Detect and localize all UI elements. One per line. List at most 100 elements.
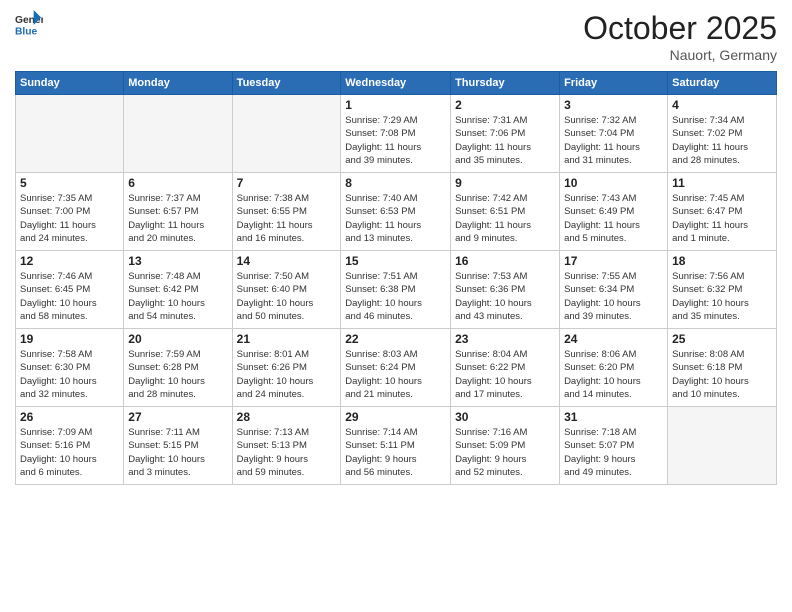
day-info: Sunrise: 7:55 AM Sunset: 6:34 PM Dayligh… bbox=[564, 270, 663, 323]
svg-text:Blue: Blue bbox=[15, 26, 38, 37]
day-info: Sunrise: 7:34 AM Sunset: 7:02 PM Dayligh… bbox=[672, 114, 772, 167]
day-info: Sunrise: 7:50 AM Sunset: 6:40 PM Dayligh… bbox=[237, 270, 337, 323]
weekday-header: Friday bbox=[560, 72, 668, 95]
weekday-header: Tuesday bbox=[232, 72, 341, 95]
calendar-cell: 5 Sunrise: 7:35 AM Sunset: 7:00 PM Daylig… bbox=[16, 173, 124, 251]
day-info: Sunrise: 7:45 AM Sunset: 6:47 PM Dayligh… bbox=[672, 192, 772, 245]
calendar-cell: 15 Sunrise: 7:51 AM Sunset: 6:38 PM Dayli… bbox=[341, 251, 451, 329]
calendar-cell: 7 Sunrise: 7:38 AM Sunset: 6:55 PM Daylig… bbox=[232, 173, 341, 251]
weekday-header-row: SundayMondayTuesdayWednesdayThursdayFrid… bbox=[16, 72, 777, 95]
calendar-cell: 18 Sunrise: 7:56 AM Sunset: 6:32 PM Dayli… bbox=[668, 251, 777, 329]
day-number: 7 bbox=[237, 176, 337, 190]
calendar-cell bbox=[232, 95, 341, 173]
day-number: 24 bbox=[564, 332, 663, 346]
day-number: 27 bbox=[128, 410, 227, 424]
calendar-cell: 3Sunrise: 7:32 AM Sunset: 7:04 PM Daylig… bbox=[560, 95, 668, 173]
weekday-header: Saturday bbox=[668, 72, 777, 95]
day-info: Sunrise: 7:09 AM Sunset: 5:16 PM Dayligh… bbox=[20, 426, 119, 479]
calendar-week-row: 19Sunrise: 7:58 AM Sunset: 6:30 PM Dayli… bbox=[16, 329, 777, 407]
day-info: Sunrise: 8:04 AM Sunset: 6:22 PM Dayligh… bbox=[455, 348, 555, 401]
weekday-header: Wednesday bbox=[341, 72, 451, 95]
day-info: Sunrise: 7:46 AM Sunset: 6:45 PM Dayligh… bbox=[20, 270, 119, 323]
day-number: 30 bbox=[455, 410, 555, 424]
calendar-cell: 29Sunrise: 7:14 AM Sunset: 5:11 PM Dayli… bbox=[341, 407, 451, 485]
calendar-cell: 27Sunrise: 7:11 AM Sunset: 5:15 PM Dayli… bbox=[124, 407, 232, 485]
calendar-week-row: 5 Sunrise: 7:35 AM Sunset: 7:00 PM Daylig… bbox=[16, 173, 777, 251]
day-info: Sunrise: 7:29 AM Sunset: 7:08 PM Dayligh… bbox=[345, 114, 446, 167]
calendar-cell bbox=[16, 95, 124, 173]
day-info: Sunrise: 7:38 AM Sunset: 6:55 PM Dayligh… bbox=[237, 192, 337, 245]
logo: General Blue bbox=[15, 10, 43, 38]
day-number: 23 bbox=[455, 332, 555, 346]
day-number: 25 bbox=[672, 332, 772, 346]
calendar-cell: 4 Sunrise: 7:34 AM Sunset: 7:02 PM Daylig… bbox=[668, 95, 777, 173]
calendar-cell: 19Sunrise: 7:58 AM Sunset: 6:30 PM Dayli… bbox=[16, 329, 124, 407]
location: Nauort, Germany bbox=[583, 47, 777, 63]
calendar-cell: 22Sunrise: 8:03 AM Sunset: 6:24 PM Dayli… bbox=[341, 329, 451, 407]
day-info: Sunrise: 7:37 AM Sunset: 6:57 PM Dayligh… bbox=[128, 192, 227, 245]
day-info: Sunrise: 8:01 AM Sunset: 6:26 PM Dayligh… bbox=[237, 348, 337, 401]
weekday-header: Thursday bbox=[451, 72, 560, 95]
calendar-week-row: 1 Sunrise: 7:29 AM Sunset: 7:08 PM Daylig… bbox=[16, 95, 777, 173]
calendar-cell: 9 Sunrise: 7:42 AM Sunset: 6:51 PM Daylig… bbox=[451, 173, 560, 251]
day-number: 2 bbox=[455, 98, 555, 112]
day-number: 19 bbox=[20, 332, 119, 346]
day-number: 9 bbox=[455, 176, 555, 190]
weekday-header: Sunday bbox=[16, 72, 124, 95]
day-info: Sunrise: 7:53 AM Sunset: 6:36 PM Dayligh… bbox=[455, 270, 555, 323]
day-number: 22 bbox=[345, 332, 446, 346]
weekday-header: Monday bbox=[124, 72, 232, 95]
calendar-cell: 21 Sunrise: 8:01 AM Sunset: 6:26 PM Dayli… bbox=[232, 329, 341, 407]
day-number: 13 bbox=[128, 254, 227, 268]
month-title: October 2025 bbox=[583, 10, 777, 47]
day-number: 14 bbox=[237, 254, 337, 268]
calendar-cell: 17 Sunrise: 7:55 AM Sunset: 6:34 PM Dayli… bbox=[560, 251, 668, 329]
logo-icon: General Blue bbox=[15, 10, 43, 38]
day-number: 18 bbox=[672, 254, 772, 268]
day-info: Sunrise: 7:40 AM Sunset: 6:53 PM Dayligh… bbox=[345, 192, 446, 245]
calendar-cell: 31 Sunrise: 7:18 AM Sunset: 5:07 PM Dayli… bbox=[560, 407, 668, 485]
calendar-cell: 28 Sunrise: 7:13 AM Sunset: 5:13 PM Dayli… bbox=[232, 407, 341, 485]
day-number: 15 bbox=[345, 254, 446, 268]
calendar-cell: 23 Sunrise: 8:04 AM Sunset: 6:22 PM Dayli… bbox=[451, 329, 560, 407]
day-info: Sunrise: 7:31 AM Sunset: 7:06 PM Dayligh… bbox=[455, 114, 555, 167]
calendar-cell: 26Sunrise: 7:09 AM Sunset: 5:16 PM Dayli… bbox=[16, 407, 124, 485]
day-info: Sunrise: 7:18 AM Sunset: 5:07 PM Dayligh… bbox=[564, 426, 663, 479]
day-info: Sunrise: 8:08 AM Sunset: 6:18 PM Dayligh… bbox=[672, 348, 772, 401]
calendar-cell: 20Sunrise: 7:59 AM Sunset: 6:28 PM Dayli… bbox=[124, 329, 232, 407]
day-number: 1 bbox=[345, 98, 446, 112]
calendar-cell: 24Sunrise: 8:06 AM Sunset: 6:20 PM Dayli… bbox=[560, 329, 668, 407]
day-info: Sunrise: 7:51 AM Sunset: 6:38 PM Dayligh… bbox=[345, 270, 446, 323]
day-info: Sunrise: 7:13 AM Sunset: 5:13 PM Dayligh… bbox=[237, 426, 337, 479]
day-number: 5 bbox=[20, 176, 119, 190]
title-block: October 2025 Nauort, Germany bbox=[583, 10, 777, 63]
day-number: 6 bbox=[128, 176, 227, 190]
day-number: 28 bbox=[237, 410, 337, 424]
day-info: Sunrise: 7:16 AM Sunset: 5:09 PM Dayligh… bbox=[455, 426, 555, 479]
day-info: Sunrise: 7:42 AM Sunset: 6:51 PM Dayligh… bbox=[455, 192, 555, 245]
day-number: 12 bbox=[20, 254, 119, 268]
day-info: Sunrise: 7:35 AM Sunset: 7:00 PM Dayligh… bbox=[20, 192, 119, 245]
day-info: Sunrise: 7:48 AM Sunset: 6:42 PM Dayligh… bbox=[128, 270, 227, 323]
calendar-cell: 13 Sunrise: 7:48 AM Sunset: 6:42 PM Dayli… bbox=[124, 251, 232, 329]
calendar-cell: 30 Sunrise: 7:16 AM Sunset: 5:09 PM Dayli… bbox=[451, 407, 560, 485]
calendar-cell: 14 Sunrise: 7:50 AM Sunset: 6:40 PM Dayli… bbox=[232, 251, 341, 329]
day-info: Sunrise: 7:56 AM Sunset: 6:32 PM Dayligh… bbox=[672, 270, 772, 323]
page-header: General Blue October 2025 Nauort, German… bbox=[15, 10, 777, 63]
day-number: 16 bbox=[455, 254, 555, 268]
day-number: 3 bbox=[564, 98, 663, 112]
day-number: 20 bbox=[128, 332, 227, 346]
day-number: 8 bbox=[345, 176, 446, 190]
calendar-table: SundayMondayTuesdayWednesdayThursdayFrid… bbox=[15, 71, 777, 485]
day-number: 21 bbox=[237, 332, 337, 346]
day-number: 31 bbox=[564, 410, 663, 424]
day-number: 11 bbox=[672, 176, 772, 190]
calendar-cell: 16 Sunrise: 7:53 AM Sunset: 6:36 PM Dayli… bbox=[451, 251, 560, 329]
calendar-cell: 12 Sunrise: 7:46 AM Sunset: 6:45 PM Dayli… bbox=[16, 251, 124, 329]
calendar-cell: 1 Sunrise: 7:29 AM Sunset: 7:08 PM Daylig… bbox=[341, 95, 451, 173]
day-number: 17 bbox=[564, 254, 663, 268]
day-number: 4 bbox=[672, 98, 772, 112]
calendar-week-row: 26Sunrise: 7:09 AM Sunset: 5:16 PM Dayli… bbox=[16, 407, 777, 485]
day-number: 10 bbox=[564, 176, 663, 190]
calendar-cell: 2 Sunrise: 7:31 AM Sunset: 7:06 PM Daylig… bbox=[451, 95, 560, 173]
